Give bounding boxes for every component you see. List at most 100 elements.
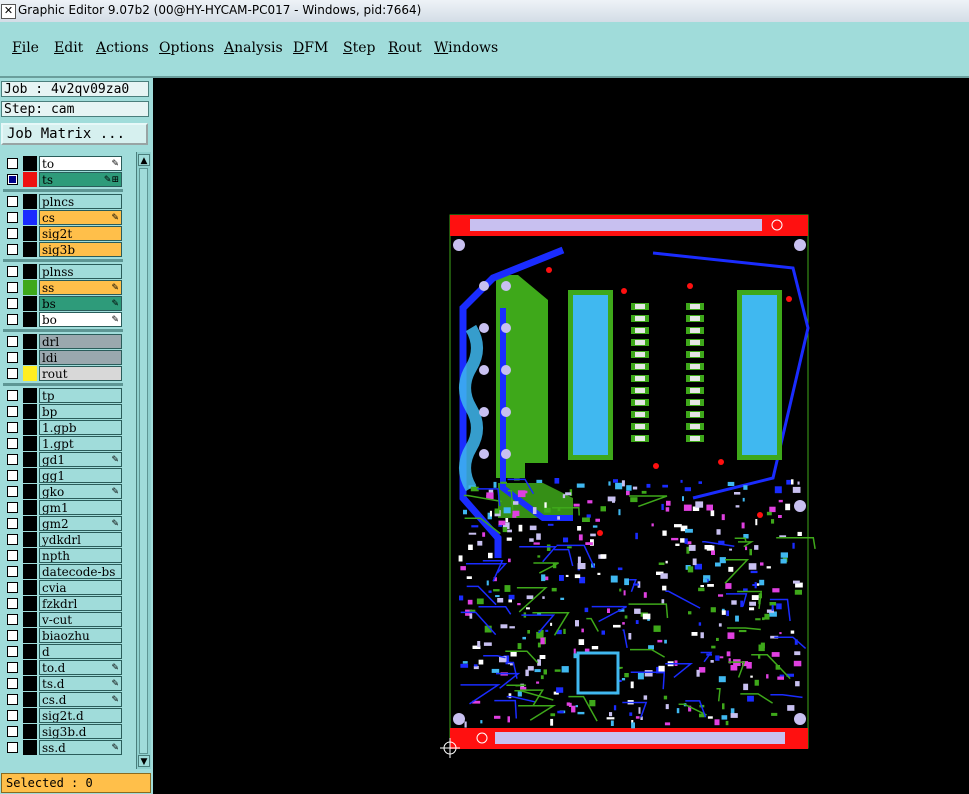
layer-checkbox[interactable]: [7, 390, 18, 401]
layer-name[interactable]: to.d ✎: [39, 660, 122, 675]
layer-name[interactable]: cs.d ✎: [39, 692, 122, 707]
layer-checkbox[interactable]: [7, 352, 18, 363]
layer-color-swatch[interactable]: [23, 350, 37, 365]
layer-row-d[interactable]: d: [3, 644, 123, 659]
layer-name[interactable]: plncs: [39, 194, 122, 209]
layer-color-swatch[interactable]: [23, 548, 37, 563]
layer-name[interactable]: datecode-bs: [39, 564, 122, 579]
layer-row-gg1[interactable]: gg1: [3, 468, 123, 483]
layer-color-swatch[interactable]: [23, 660, 37, 675]
layer-row-biaozhu[interactable]: biaozhu: [3, 628, 123, 643]
menu-analysis[interactable]: Analysis: [224, 40, 283, 56]
layer-name[interactable]: gg1: [39, 468, 122, 483]
layer-checkbox[interactable]: [7, 742, 18, 753]
layer-name[interactable]: gd1 ✎: [39, 452, 122, 467]
layer-name[interactable]: d: [39, 644, 122, 659]
menu-windows[interactable]: Windows: [434, 40, 498, 56]
layer-row-1.gpt[interactable]: 1.gpt: [3, 436, 123, 451]
layer-name[interactable]: sig3b.d: [39, 724, 122, 739]
layer-color-swatch[interactable]: [23, 708, 37, 723]
menu-actions[interactable]: Actions: [96, 40, 149, 56]
layer-name[interactable]: bp: [39, 404, 122, 419]
layer-name[interactable]: cvia: [39, 580, 122, 595]
layer-checkbox[interactable]: [7, 454, 18, 465]
layer-checkbox[interactable]: [7, 438, 18, 449]
layer-color-swatch[interactable]: [23, 724, 37, 739]
layer-row-gko[interactable]: gko ✎: [3, 484, 123, 499]
layer-row-bp[interactable]: bp: [3, 404, 123, 419]
layer-checkbox[interactable]: [7, 726, 18, 737]
layer-checkbox[interactable]: [7, 598, 18, 609]
layer-row-gm1[interactable]: gm1: [3, 500, 123, 515]
layer-name[interactable]: bo ✎: [39, 312, 122, 327]
layer-checkbox[interactable]: [7, 368, 18, 379]
layer-color-swatch[interactable]: [23, 404, 37, 419]
layer-color-swatch[interactable]: [23, 334, 37, 349]
layer-color-swatch[interactable]: [23, 242, 37, 257]
layer-color-swatch[interactable]: [23, 280, 37, 295]
layer-row-gm2[interactable]: gm2 ✎: [3, 516, 123, 531]
layer-color-swatch[interactable]: [23, 644, 37, 659]
layer-name[interactable]: ts.d ✎: [39, 676, 122, 691]
layer-row-ts.d[interactable]: ts.d ✎: [3, 676, 123, 691]
layer-name[interactable]: rout: [39, 366, 122, 381]
layer-name[interactable]: gm1: [39, 500, 122, 515]
layer-checkbox[interactable]: [7, 158, 18, 169]
layer-row-sig2t.d[interactable]: sig2t.d: [3, 708, 123, 723]
layer-checkbox[interactable]: [7, 266, 18, 277]
layer-color-swatch[interactable]: [23, 194, 37, 209]
layer-name[interactable]: ldi: [39, 350, 122, 365]
layer-checkbox[interactable]: [7, 422, 18, 433]
layer-color-swatch[interactable]: [23, 172, 37, 187]
layer-row-sig3b[interactable]: sig3b: [3, 242, 123, 257]
layer-name[interactable]: 1.gpb: [39, 420, 122, 435]
layer-name[interactable]: to ✎: [39, 156, 122, 171]
layer-name[interactable]: sig2t.d: [39, 708, 122, 723]
layer-checkbox[interactable]: [7, 470, 18, 481]
menu-edit[interactable]: Edit: [54, 40, 83, 56]
app-icon[interactable]: ✕: [1, 4, 16, 19]
layer-row-plncs[interactable]: plncs: [3, 194, 123, 209]
layer-row-sig2t[interactable]: sig2t: [3, 226, 123, 241]
layer-name[interactable]: ss ✎: [39, 280, 122, 295]
layer-checkbox[interactable]: [7, 244, 18, 255]
layer-row-cs[interactable]: cs ✎: [3, 210, 123, 225]
layer-color-swatch[interactable]: [23, 500, 37, 515]
layer-color-swatch[interactable]: [23, 264, 37, 279]
layer-row-1.gpb[interactable]: 1.gpb: [3, 420, 123, 435]
job-matrix-button[interactable]: Job Matrix ...: [1, 123, 148, 145]
layer-row-gd1[interactable]: gd1 ✎: [3, 452, 123, 467]
layer-checkbox[interactable]: [7, 174, 18, 185]
pcb-view[interactable]: [153, 78, 969, 794]
layer-name[interactable]: bs ✎: [39, 296, 122, 311]
layer-color-swatch[interactable]: [23, 532, 37, 547]
layer-row-sig3b.d[interactable]: sig3b.d: [3, 724, 123, 739]
layer-name[interactable]: tp: [39, 388, 122, 403]
layer-name[interactable]: v-cut: [39, 612, 122, 627]
layer-row-npth[interactable]: npth: [3, 548, 123, 563]
layer-row-tp[interactable]: tp: [3, 388, 123, 403]
layer-name[interactable]: gm2 ✎: [39, 516, 122, 531]
layer-checkbox[interactable]: [7, 406, 18, 417]
layer-name[interactable]: sig2t: [39, 226, 122, 241]
layer-checkbox[interactable]: [7, 550, 18, 561]
layer-color-swatch[interactable]: [23, 156, 37, 171]
graphic-canvas[interactable]: [153, 78, 969, 794]
layer-name[interactable]: drl: [39, 334, 122, 349]
scroll-down-arrow[interactable]: ▼: [138, 755, 150, 767]
layer-name[interactable]: plnss: [39, 264, 122, 279]
menu-step[interactable]: Step: [343, 40, 375, 56]
layer-color-swatch[interactable]: [23, 676, 37, 691]
layer-row-bs[interactable]: bs ✎: [3, 296, 123, 311]
layer-row-datecode-bs[interactable]: datecode-bs: [3, 564, 123, 579]
layer-checkbox[interactable]: [7, 630, 18, 641]
layer-checkbox[interactable]: [7, 662, 18, 673]
layer-row-ldi[interactable]: ldi: [3, 350, 123, 365]
layer-color-swatch[interactable]: [23, 452, 37, 467]
layer-checkbox[interactable]: [7, 614, 18, 625]
layer-checkbox[interactable]: [7, 502, 18, 513]
layer-row-v-cut[interactable]: v-cut: [3, 612, 123, 627]
layer-row-cs.d[interactable]: cs.d ✎: [3, 692, 123, 707]
layer-row-ss.d[interactable]: ss.d ✎: [3, 740, 123, 755]
layer-scrollbar[interactable]: ▲ ▼: [136, 152, 151, 769]
